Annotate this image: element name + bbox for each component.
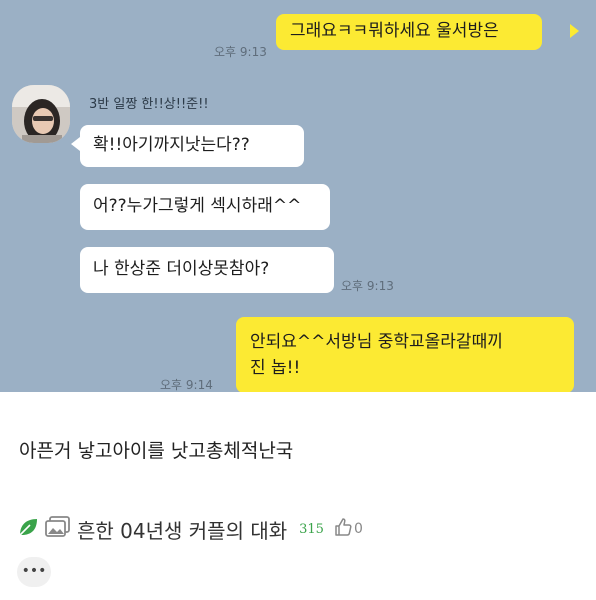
message-time: 오후 9:13 xyxy=(214,45,267,59)
message-text: 어??누가그렇게 섹시하래^^ xyxy=(93,196,302,216)
more-button[interactable]: ••• xyxy=(17,557,51,587)
other-message-bubble: 나 한상준 더이상못참아? xyxy=(80,247,334,293)
bubble-tail xyxy=(71,137,80,151)
other-message-bubble: 확!!아기까지낫는다?? xyxy=(80,125,304,167)
sender-name: 3반 일짱 한!!상!!준!! xyxy=(89,97,209,112)
image-icon xyxy=(45,516,71,542)
avatar-image xyxy=(12,85,70,143)
my-message-bubble: 안되요^^서방님 중학교올라갈때끼 진 놉!! xyxy=(236,317,574,392)
message-text: 나 한상준 더이상못참아? xyxy=(93,259,270,279)
view-count: 315 xyxy=(299,521,324,537)
other-message-bubble: 어??누가그렇게 섹시하래^^ xyxy=(80,184,330,230)
post-title[interactable]: 흔한 04년생 커플의 대화 xyxy=(77,515,287,544)
bubble-tail xyxy=(570,24,579,38)
my-message-bubble: 그래요ㅋㅋ뭐하세요 울서방은 xyxy=(276,14,542,50)
more-icon: ••• xyxy=(21,563,47,579)
like-count: 0 xyxy=(353,521,363,537)
message-time: 오후 9:14 xyxy=(160,378,213,392)
message-time: 오후 9:13 xyxy=(341,279,394,293)
post-caption: 아픈거 낳고아이를 낫고총체적난국 xyxy=(19,440,294,462)
message-text-line: 진 놉!! xyxy=(250,358,301,378)
leaf-icon xyxy=(17,516,39,542)
message-text: 그래요ㅋㅋ뭐하세요 울서방은 xyxy=(290,21,499,41)
chat-screenshot: 그래요ㅋㅋ뭐하세요 울서방은 오후 9:13 3반 일짱 한!!상!!준!! 확… xyxy=(0,0,596,392)
thumbs-up-icon[interactable] xyxy=(334,517,352,541)
message-text: 확!!아기까지낫는다?? xyxy=(93,135,250,155)
message-text-line: 안되요^^서방님 중학교올라갈때끼 xyxy=(250,332,503,352)
post-meta: 흔한 04년생 커플의 대화 315 0 xyxy=(17,515,363,543)
